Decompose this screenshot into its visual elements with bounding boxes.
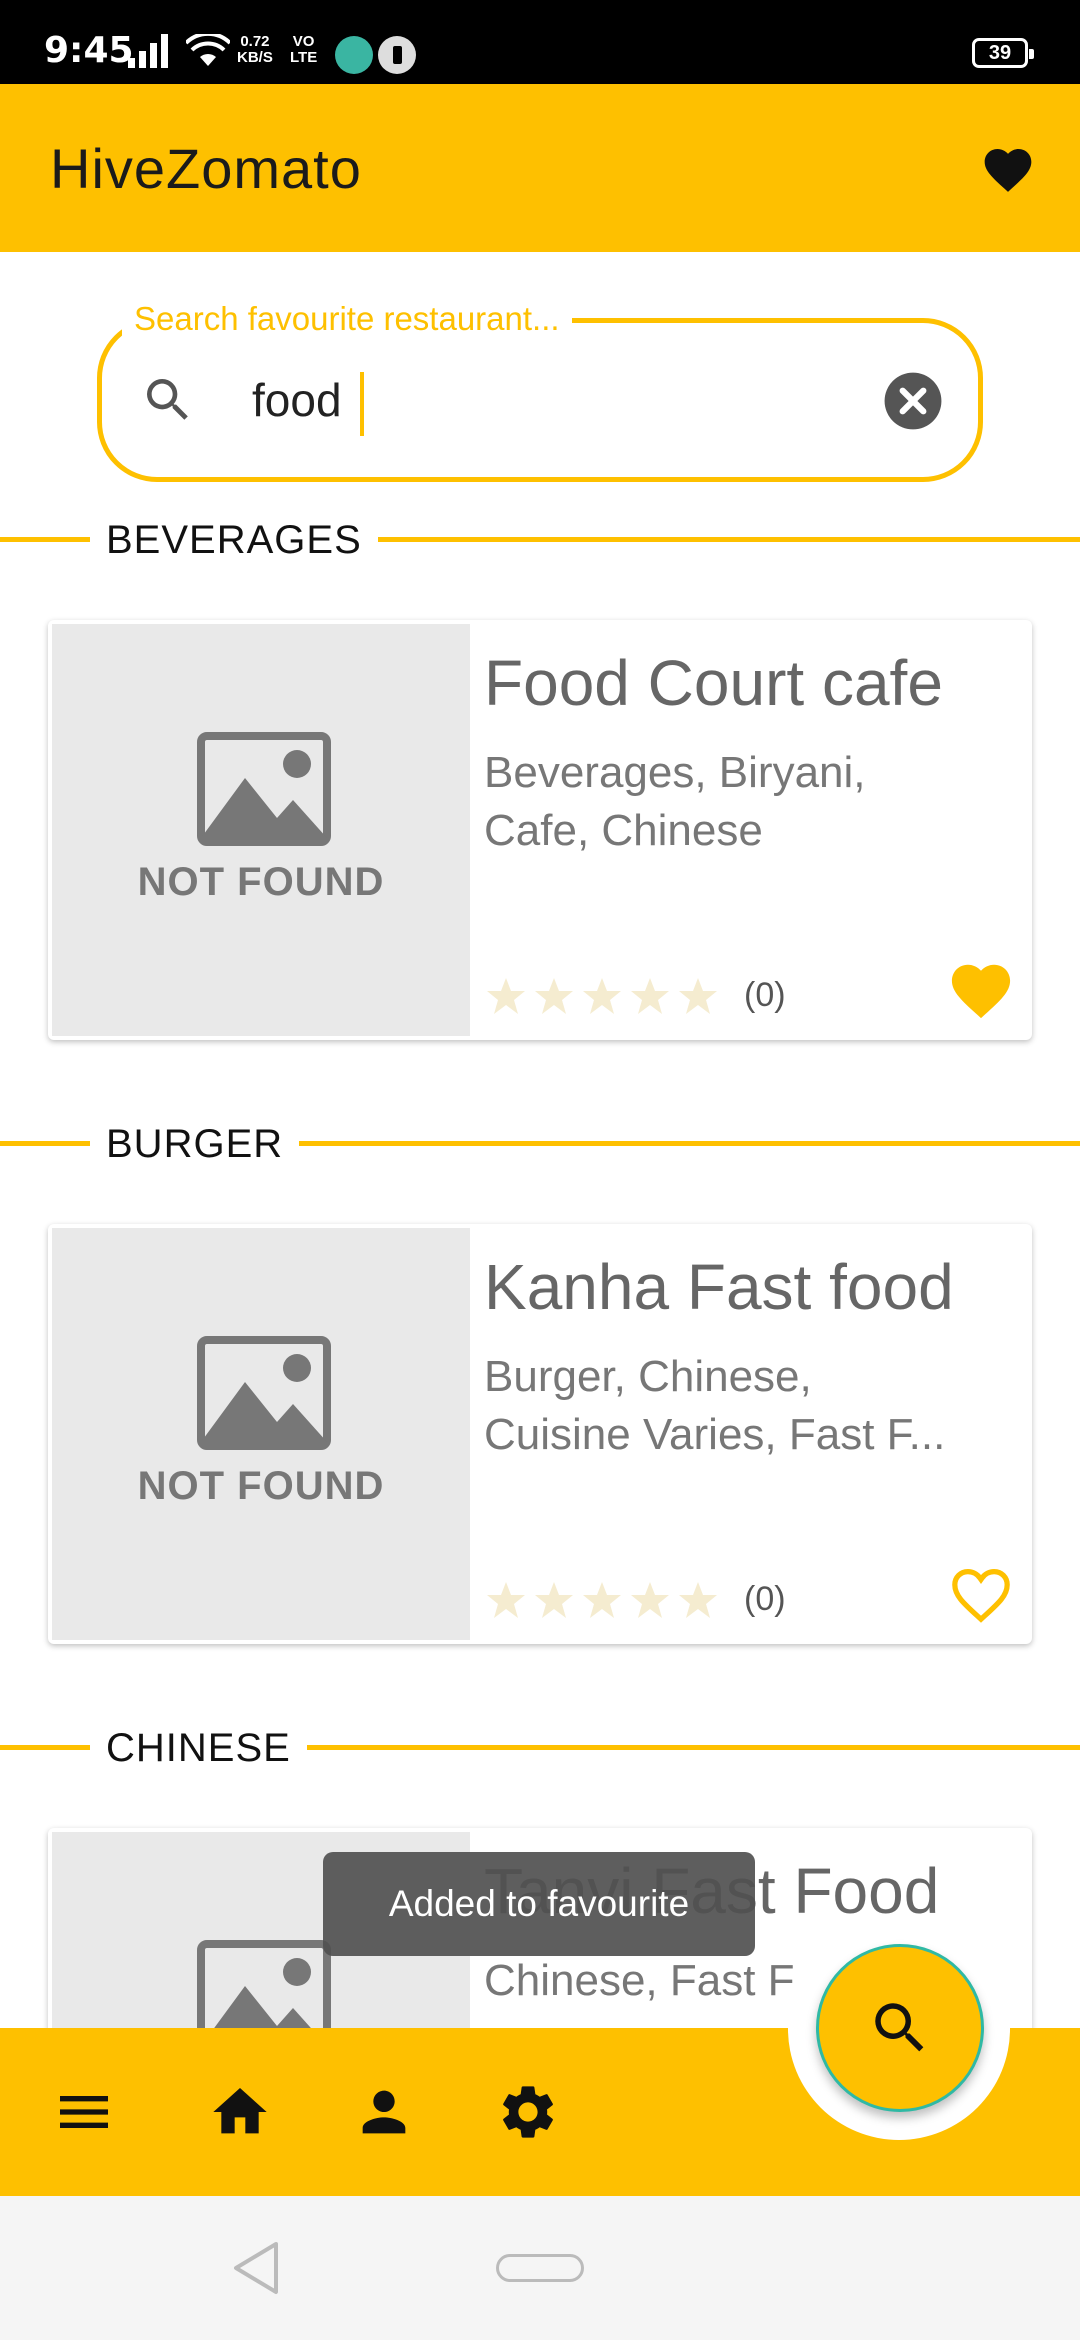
star-icon — [487, 1582, 525, 1618]
app-bar: HiveZomato — [0, 84, 1080, 252]
section-label-beverages: BEVERAGES — [90, 518, 378, 563]
status-time: 9:45 — [44, 30, 134, 71]
search-icon — [147, 379, 188, 420]
rating-count: (0) — [744, 1580, 786, 1618]
section-label-chinese: CHINESE — [90, 1726, 307, 1771]
signal-icon — [128, 34, 168, 68]
speed-value: 0.72 — [240, 33, 270, 50]
star-icon — [583, 978, 621, 1014]
restaurant-name: Kanha Fast food — [484, 1251, 954, 1323]
search-input[interactable] — [252, 368, 852, 432]
rating-stars — [487, 1582, 717, 1618]
restaurant-image-placeholder: NOT FOUND — [52, 1228, 470, 1640]
restaurant-card[interactable]: NOT FOUND Food Court cafe Beverages, Bir… — [48, 620, 1032, 1040]
home-pill-button[interactable] — [496, 2254, 584, 2282]
restaurant-card[interactable]: NOT FOUND Kanha Fast food Burger, Chines… — [48, 1224, 1032, 1644]
cuisines-line: Cuisine Varies, Fast F... — [484, 1410, 946, 1459]
favourite-heart-outline-icon[interactable] — [946, 1560, 1016, 1624]
cuisines-line: Cafe, Chinese — [484, 806, 763, 855]
volte-top: VO — [292, 33, 315, 50]
section-label-burger: BURGER — [90, 1122, 300, 1167]
rating-count: (0) — [744, 976, 786, 1014]
restaurant-name: Food Court cafe — [484, 647, 943, 719]
star-icon — [535, 978, 573, 1014]
star-icon — [487, 978, 525, 1014]
app-title: HiveZomato — [50, 137, 362, 200]
rating-stars — [487, 978, 717, 1014]
toast-message: Added to favourite — [323, 1852, 755, 1956]
text-caret — [360, 372, 364, 436]
favourite-heart-filled-icon[interactable] — [946, 956, 1016, 1020]
clear-icon[interactable] — [882, 370, 944, 432]
speed-unit: KB/S — [237, 49, 273, 66]
volte-bottom: LTE — [290, 49, 318, 66]
image-icon — [197, 732, 331, 846]
star-icon — [535, 1582, 573, 1618]
image-not-found-text: NOT FOUND — [137, 860, 385, 904]
android-icon — [335, 36, 373, 74]
wifi-icon — [186, 34, 230, 66]
cuisines-line: Burger, Chinese, — [484, 1352, 812, 1401]
star-icon — [631, 978, 669, 1014]
back-icon[interactable] — [230, 2240, 282, 2296]
notification-app-icon — [378, 36, 416, 74]
volte-indicator: VO LTE — [290, 34, 317, 66]
image-icon — [197, 1336, 331, 1450]
star-icon — [679, 978, 717, 1014]
system-nav-bar — [0, 2196, 1080, 2340]
network-speed: 0.72 KB/S — [237, 34, 273, 66]
star-icon — [679, 1582, 717, 1618]
search-fab-button[interactable] — [816, 1944, 984, 2112]
star-icon — [583, 1582, 621, 1618]
home-icon[interactable] — [208, 2080, 272, 2144]
heart-icon[interactable] — [980, 142, 1036, 198]
search-label: Search favourite restaurant... — [122, 300, 572, 338]
settings-icon[interactable] — [496, 2080, 560, 2144]
restaurant-cuisines: Burger, Chinese, Cuisine Varies, Fast F.… — [484, 1348, 1024, 1464]
image-not-found-text: NOT FOUND — [137, 1464, 385, 1508]
search-icon — [875, 2003, 924, 2052]
restaurant-image-placeholder: NOT FOUND — [52, 624, 470, 1036]
restaurant-cuisines: Beverages, Biryani, Cafe, Chinese — [484, 744, 1024, 860]
cuisines-line: Beverages, Biryani, — [484, 748, 866, 797]
menu-icon[interactable] — [52, 2080, 116, 2144]
status-bar: 9:45 0.72 KB/S VO LTE 39 — [0, 0, 1080, 84]
star-icon — [631, 1582, 669, 1618]
battery-icon: 39 — [972, 38, 1034, 68]
person-icon[interactable] — [352, 2080, 416, 2144]
